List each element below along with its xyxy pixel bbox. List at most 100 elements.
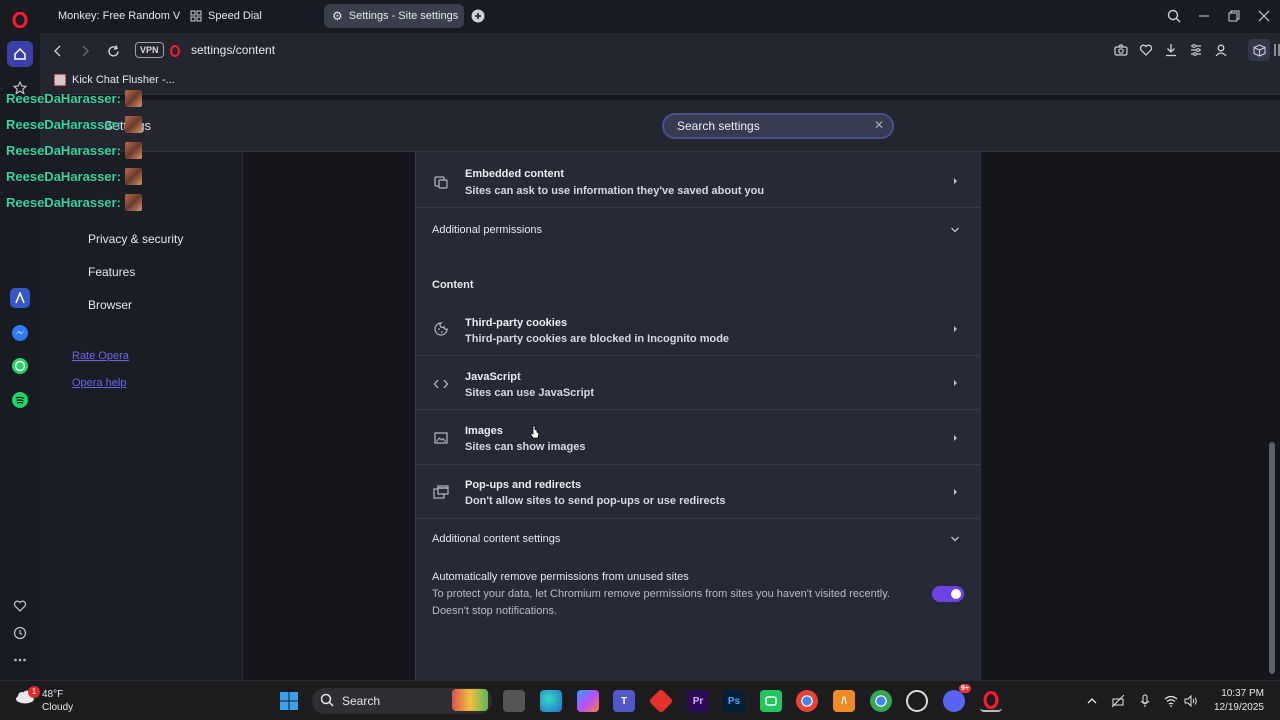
teams-icon[interactable]: T xyxy=(613,690,635,712)
rate-opera-link[interactable]: Rate Opera xyxy=(72,350,129,362)
tab-speed-dial[interactable]: Speed Dial xyxy=(182,4,312,28)
row-subtitle: Sites can use JavaScript xyxy=(465,387,595,399)
row-title: JavaScript xyxy=(465,371,521,383)
discord-badge: 9+ xyxy=(959,684,971,693)
additional-content-label: Additional content settings xyxy=(432,533,561,545)
tab-settings[interactable]: ⚙ Settings - Site settings xyxy=(324,4,464,28)
third-party-cookies-row[interactable]: Third-party cookies Third-party cookies … xyxy=(416,302,980,356)
additional-content-settings-row[interactable]: Additional content settings xyxy=(416,520,980,558)
photoshop-icon[interactable]: Ps xyxy=(723,690,745,712)
search-tabs-icon[interactable] xyxy=(1164,6,1184,26)
chevron-right-icon xyxy=(950,176,960,186)
emote-icon xyxy=(124,142,142,159)
tab-label: Monkey: Free Random Vid xyxy=(58,10,180,22)
spotify-icon[interactable] xyxy=(8,388,32,412)
clear-search-icon[interactable]: ✕ xyxy=(874,118,884,132)
chevron-right-icon xyxy=(950,487,960,497)
search-highlight-icon xyxy=(452,689,488,711)
more-icon[interactable] xyxy=(8,648,32,672)
heart-icon[interactable] xyxy=(8,594,32,618)
scrollbar-thumb[interactable] xyxy=(1269,442,1275,674)
popups-redirects-row[interactable]: Pop-ups and redirects Don't allow sites … xyxy=(416,466,980,519)
discord-icon[interactable]: 9+ xyxy=(943,684,971,712)
chat-overlay-line: ReeseDaHarasser: xyxy=(6,168,142,185)
home-icon[interactable] xyxy=(7,41,33,67)
history-icon[interactable] xyxy=(8,621,32,645)
network-disabled-icon[interactable] xyxy=(1110,693,1126,709)
camera-icon[interactable] xyxy=(1112,41,1130,59)
chevron-up-icon[interactable] xyxy=(1084,693,1100,709)
auto-remove-title: Automatically remove permissions from un… xyxy=(432,571,689,583)
chat-overlay-line: ReeseDaHarasser: xyxy=(6,142,142,159)
extensions-box-icon[interactable] xyxy=(1248,39,1270,61)
scrollbar[interactable] xyxy=(1268,152,1276,680)
obs-icon[interactable] xyxy=(906,690,928,712)
row-subtitle: Sites can show images xyxy=(465,441,586,453)
easy-setup-icon[interactable] xyxy=(1187,41,1205,59)
system-clock[interactable]: 10:37 PM 12/19/2025 xyxy=(1214,687,1264,715)
javascript-row[interactable]: JavaScript Sites can use JavaScript xyxy=(416,357,980,410)
address-bar: VPN settings/content xyxy=(40,33,1280,68)
images-row[interactable]: Images Sites can show images xyxy=(416,411,980,465)
row-subtitle: Don't allow sites to send pop-ups or use… xyxy=(465,495,726,507)
code-icon xyxy=(433,376,449,392)
chat-username: ReeseDaHarasser: xyxy=(6,169,121,184)
embedded-content-row[interactable]: Embedded content Sites can ask to use in… xyxy=(416,152,980,208)
windows-start-icon[interactable] xyxy=(278,690,300,712)
auto-remove-description: To protect your data, let Chromium remov… xyxy=(432,588,890,600)
new-tab-button[interactable] xyxy=(468,6,488,26)
download-icon[interactable] xyxy=(1162,41,1180,59)
wifi-icon[interactable] xyxy=(1163,693,1179,709)
volume-icon[interactable] xyxy=(1183,693,1199,709)
bookmark-favicon-icon xyxy=(54,74,66,86)
search-settings-input[interactable]: Search settings ✕ xyxy=(662,113,894,139)
vpn-badge[interactable]: VPN xyxy=(135,42,164,58)
bookmark-label: Kick Chat Flusher -... xyxy=(72,74,175,86)
restore-icon[interactable] xyxy=(1224,6,1244,26)
taskbar-search-label: Search xyxy=(342,694,381,708)
messenger-icon[interactable] xyxy=(8,321,32,345)
back-icon[interactable] xyxy=(48,41,68,61)
chat-username: ReeseDaHarasser: xyxy=(6,143,121,158)
opera-help-link[interactable]: Opera help xyxy=(72,377,126,389)
microphone-icon[interactable] xyxy=(1137,693,1153,709)
copilot-icon[interactable] xyxy=(577,690,599,712)
search-placeholder: Search settings xyxy=(677,119,760,133)
minimize-icon[interactable] xyxy=(1194,6,1214,26)
reload-icon[interactable] xyxy=(103,41,123,61)
aria-icon[interactable] xyxy=(10,288,30,308)
emote-icon xyxy=(124,116,142,133)
toggle-knob xyxy=(951,589,961,599)
url-field[interactable]: settings/content xyxy=(191,43,275,57)
close-icon[interactable] xyxy=(1254,6,1274,26)
tab-monkey[interactable]: Monkey: Free Random Vid xyxy=(44,4,180,28)
nav-item-privacy[interactable]: Privacy & security xyxy=(88,232,183,246)
row-title: Images xyxy=(465,425,503,437)
profile-icon[interactable] xyxy=(1212,41,1230,59)
bookmark-kick-chat-flusher[interactable]: Kick Chat Flusher -... xyxy=(54,74,175,86)
tab-label: Settings - Site settings xyxy=(348,10,459,22)
nav-item-browser[interactable]: Browser xyxy=(88,298,132,312)
chrome-icon[interactable] xyxy=(796,690,818,712)
edge-icon[interactable] xyxy=(540,690,562,712)
chevron-down-icon xyxy=(950,225,960,235)
opera-taskbar-icon[interactable] xyxy=(980,690,1002,712)
red-diamond-app-icon[interactable] xyxy=(648,688,674,714)
sidebar-toggle-icon[interactable] xyxy=(1268,41,1280,59)
weather-desc: Cloudy xyxy=(42,702,74,713)
auto-remove-toggle[interactable] xyxy=(932,586,964,602)
premiere-pro-icon[interactable]: Pr xyxy=(687,690,709,712)
opera-logo-icon[interactable] xyxy=(8,8,32,32)
cookie-icon xyxy=(433,321,449,337)
taskbar-search[interactable]: Search xyxy=(312,688,492,714)
nav-item-features[interactable]: Features xyxy=(88,265,135,279)
forward-icon[interactable] xyxy=(75,41,95,61)
weather-temp: 48°F xyxy=(42,689,64,700)
green-app-icon[interactable] xyxy=(760,690,782,712)
heart-icon[interactable] xyxy=(1137,41,1155,59)
whatsapp-icon[interactable] xyxy=(8,354,32,378)
orange-app-icon[interactable]: /\ xyxy=(833,690,855,712)
additional-permissions-row[interactable]: Additional permissions xyxy=(416,209,980,249)
task-view-icon[interactable] xyxy=(503,690,525,712)
chrome-profile-icon[interactable] xyxy=(870,690,892,712)
